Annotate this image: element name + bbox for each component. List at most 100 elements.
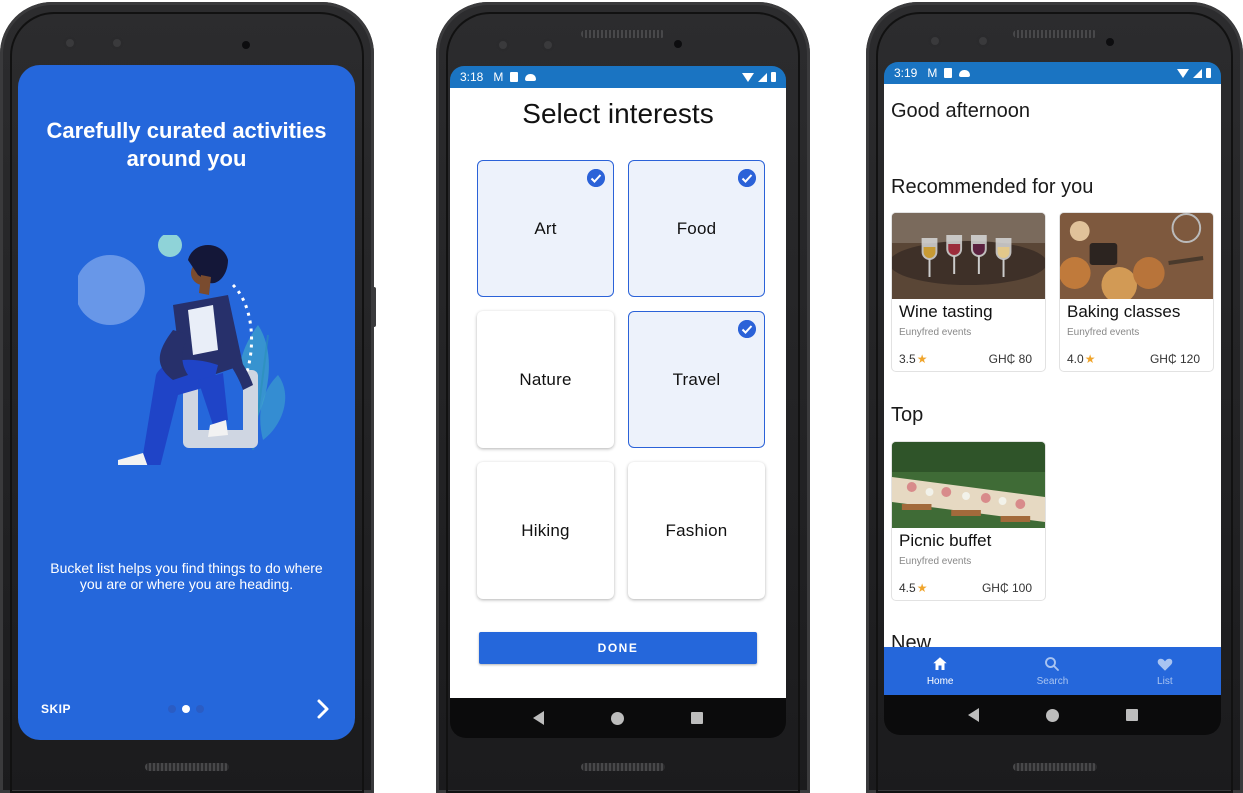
activity-card-wine-tasting[interactable]: Wine tasting Eunyfred events 3.5 ★ GH₵ 80 (891, 212, 1046, 372)
bottom-speaker (1012, 763, 1097, 771)
interest-card-food[interactable]: Food (628, 160, 765, 297)
card-rating: 3.5 ★ (899, 352, 927, 366)
bottom-speaker (145, 763, 229, 771)
card-organizer: Eunyfred events (899, 556, 972, 567)
section-title-new: New (891, 632, 932, 647)
checkmark-icon (587, 169, 605, 187)
baking-photo (1060, 213, 1213, 303)
section-title-top: Top (891, 404, 924, 426)
activity-card-baking-classes[interactable]: Baking classes Eunyfred events 4.0 ★ GH₵ … (1059, 212, 1214, 372)
system-nav-bar (450, 698, 786, 738)
star-icon: ★ (916, 352, 928, 366)
wine-tasting-photo (892, 213, 1045, 299)
gmail-icon: M (493, 70, 504, 84)
signal-icon (1193, 68, 1202, 78)
status-time: 3:18 (460, 70, 484, 84)
recents-icon[interactable] (690, 712, 703, 724)
sensor-icon (110, 36, 124, 50)
nav-label: Home (926, 676, 954, 687)
nav-label: Search (1036, 676, 1069, 687)
sim-icon (510, 72, 519, 82)
activity-card-picnic-buffet[interactable]: Picnic buffet Eunyfred events 4.5 ★ GH₵ 1… (891, 441, 1046, 601)
chevron-right-icon[interactable] (311, 697, 335, 721)
interest-label: Hiking (521, 520, 570, 540)
camera-icon (63, 36, 77, 50)
home-circle-icon[interactable] (610, 711, 624, 725)
camera-icon (496, 38, 510, 52)
skip-button[interactable]: SKIP (41, 702, 71, 716)
front-camera-icon (674, 40, 682, 48)
cloud-icon (959, 69, 971, 77)
battery-icon (1206, 68, 1211, 78)
bottom-speaker (581, 763, 665, 771)
card-price: GH₵ 80 (988, 352, 1032, 366)
phone-frame-onboarding: Carefully curated activities around you (0, 2, 376, 793)
rating-value: 4.5 (899, 581, 916, 595)
status-time: 3:19 (894, 66, 918, 80)
bottom-navigation: Home Search List (884, 647, 1221, 695)
interest-card-fashion[interactable]: Fashion (628, 462, 765, 599)
interests-screen: Select interests Art Food Nature Travel … (450, 88, 786, 698)
interest-card-art[interactable]: Art (477, 160, 614, 297)
wifi-icon (742, 72, 754, 82)
home-screen: Good afternoon Recommended for you Wine … (884, 84, 1221, 647)
card-price: GH₵ 120 (1149, 352, 1200, 366)
rating-value: 3.5 (899, 352, 916, 366)
rating-value: 4.0 (1067, 352, 1084, 366)
earpiece-speaker (1012, 30, 1097, 38)
recents-icon[interactable] (1125, 709, 1138, 721)
earpiece-speaker (581, 30, 665, 38)
card-rating: 4.5 ★ (899, 581, 927, 595)
picnic-photo (892, 442, 1045, 528)
interest-label: Fashion (665, 520, 728, 540)
card-organizer: Eunyfred events (899, 327, 972, 338)
checkmark-icon (738, 320, 756, 338)
battery-icon (771, 72, 776, 82)
section-title-recommended: Recommended for you (891, 176, 1094, 198)
page-dot-active (182, 705, 190, 713)
interest-card-hiking[interactable]: Hiking (477, 462, 614, 599)
home-circle-icon[interactable] (1045, 708, 1059, 722)
card-price: GH₵ 100 (981, 581, 1032, 595)
nav-item-home[interactable]: Home (884, 647, 996, 695)
nav-label: List (1157, 676, 1173, 687)
page-title: Select interests (522, 98, 714, 129)
sensor-icon (976, 34, 990, 48)
heart-icon (1157, 658, 1173, 671)
card-rating: 4.0 ★ (1067, 352, 1095, 366)
interest-label: Art (534, 218, 557, 238)
wifi-icon (1177, 68, 1189, 78)
card-title: Baking classes (1067, 302, 1181, 321)
system-nav-bar (884, 695, 1221, 735)
onboarding-description: Bucket list helps you find things to do … (50, 560, 323, 592)
person-sitting-illustration (78, 235, 286, 465)
page-dot (168, 705, 176, 713)
onboarding-screen: Carefully curated activities around you (18, 65, 355, 740)
nav-item-list[interactable]: List (1109, 647, 1221, 695)
camera-icon (928, 34, 942, 48)
interest-card-travel[interactable]: Travel (628, 311, 765, 448)
front-camera-icon (242, 41, 250, 49)
home-icon (933, 657, 947, 670)
nav-item-search[interactable]: Search (996, 647, 1108, 695)
done-button[interactable]: DONE (479, 632, 757, 664)
interest-label: Travel (672, 369, 721, 389)
card-title: Wine tasting (899, 302, 993, 321)
page-dot (196, 705, 204, 713)
card-title: Picnic buffet (899, 531, 992, 550)
signal-icon (758, 72, 767, 82)
star-icon: ★ (1084, 352, 1096, 366)
interest-card-nature[interactable]: Nature (477, 311, 614, 448)
sensor-icon (541, 38, 555, 52)
interest-label: Food (676, 218, 717, 238)
back-icon[interactable] (967, 708, 979, 722)
search-icon (1045, 657, 1060, 671)
status-bar: 3:19 M (884, 62, 1221, 84)
sim-icon (944, 68, 953, 78)
card-organizer: Eunyfred events (1067, 327, 1140, 338)
back-icon[interactable] (533, 711, 545, 725)
page-indicator (168, 705, 204, 713)
cloud-icon (525, 73, 537, 81)
gmail-icon: M (927, 66, 938, 80)
front-camera-icon (1106, 38, 1114, 46)
